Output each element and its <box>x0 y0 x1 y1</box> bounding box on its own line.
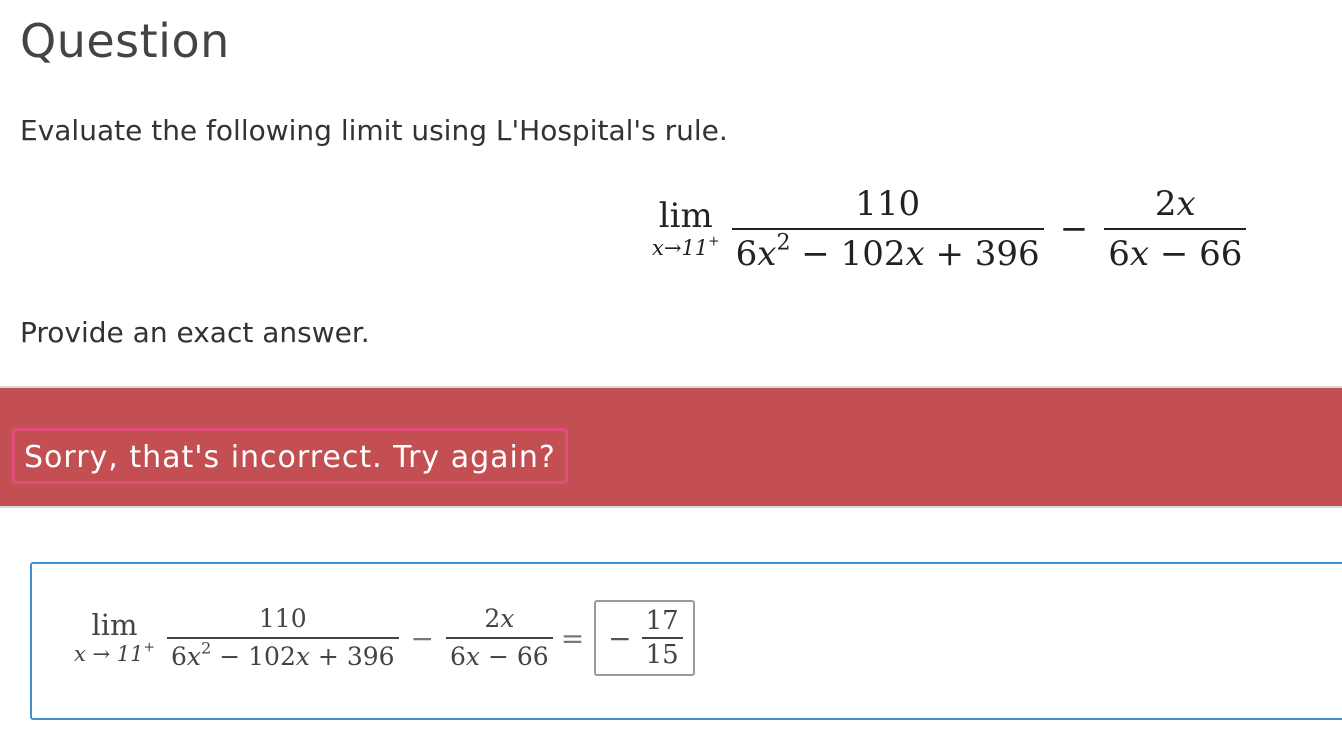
lim-label: lim <box>91 608 138 642</box>
answer-format-note: Provide an exact answer. <box>20 316 370 349</box>
fraction-2-numerator: 2x <box>1154 184 1196 224</box>
answer-container: lim x → 11+ 110 6x2 − 102x + 396 − 2x 6x… <box>30 562 1342 720</box>
limit-subscript: x → 11+ <box>74 639 155 666</box>
limit-operator: lim x → 11+ <box>74 609 155 667</box>
limit-expression: lim x→11+ 110 6x2 − 102x + 396 − 2x 6x −… <box>652 180 1247 278</box>
fraction-2-denominator: 6x − 66 <box>450 641 549 671</box>
fraction-2: 2x 6x − 66 <box>1104 180 1247 278</box>
fraction-1: 110 6x2 − 102x + 396 <box>166 601 399 675</box>
limit-operator: lim x→11+ <box>652 197 720 261</box>
fraction-2-numerator: 2x <box>484 604 515 634</box>
fraction-1-denominator: 6x2 − 102x + 396 <box>735 229 1040 274</box>
answer-fraction: 17 15 <box>641 605 683 671</box>
minus-sign: − <box>1059 209 1089 249</box>
fraction-2-denominator: 6x − 66 <box>1108 234 1243 274</box>
fraction-1-denominator: 6x2 − 102x + 396 <box>170 638 395 671</box>
limit-subscript: x→11+ <box>652 233 720 260</box>
question-heading: Question <box>20 14 230 68</box>
answer-sign: − <box>608 621 632 655</box>
answer-numerator: 17 <box>645 606 679 637</box>
fraction-2: 2x 6x − 66 <box>446 601 553 675</box>
question-instructions: Evaluate the following limit using L'Hos… <box>20 114 728 147</box>
feedback-banner: Sorry, that's incorrect. Try again? <box>0 386 1342 508</box>
fraction-1-numerator: 110 <box>855 184 921 224</box>
equals-sign: = <box>560 621 585 655</box>
feedback-message[interactable]: Sorry, that's incorrect. Try again? <box>12 428 568 484</box>
answer-expression: lim x → 11+ 110 6x2 − 102x + 396 − 2x 6x… <box>74 600 695 676</box>
answer-input[interactable]: − 17 15 <box>594 600 695 676</box>
fraction-1-numerator: 110 <box>258 604 307 634</box>
lim-label: lim <box>658 196 713 236</box>
minus-sign: − <box>410 621 435 655</box>
answer-denominator: 15 <box>645 639 679 670</box>
fraction-1: 110 6x2 − 102x + 396 <box>731 180 1044 278</box>
